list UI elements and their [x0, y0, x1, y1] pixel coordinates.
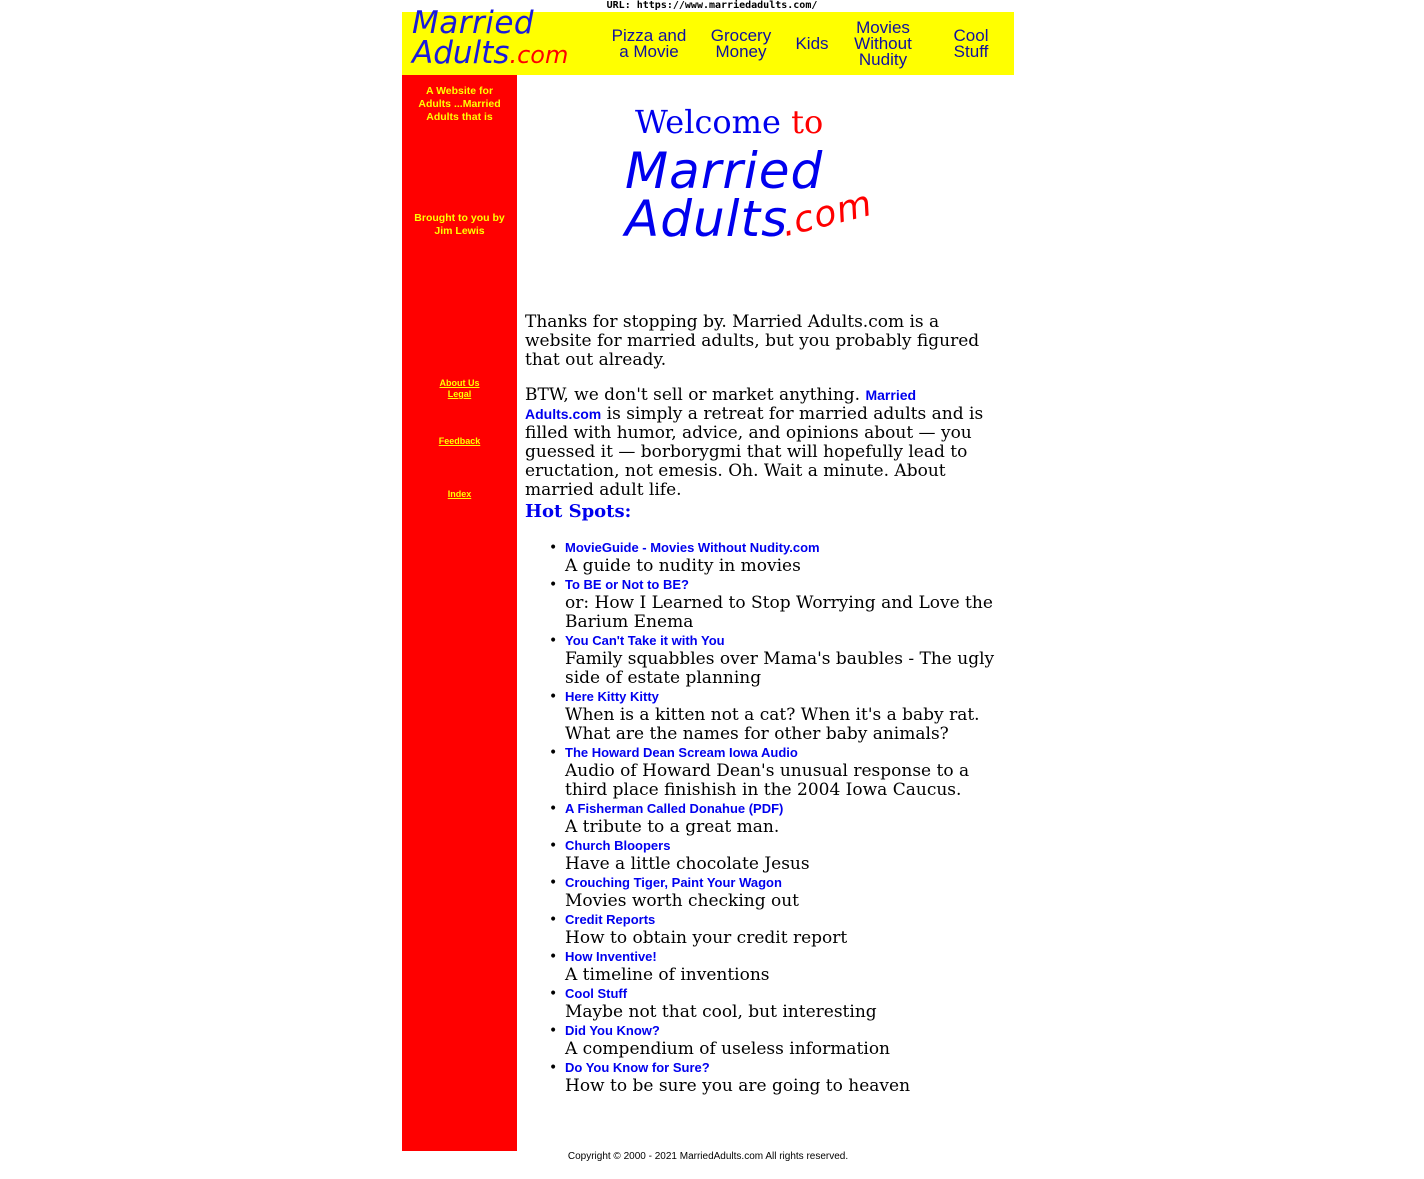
- welcome-heading: Welcome to: [635, 103, 824, 141]
- list-item: • Crouching Tiger, Paint Your Wagon Movies…: [525, 874, 1000, 911]
- hot-spot-link[interactable]: How Inventive!: [565, 948, 1000, 966]
- hot-spot-link[interactable]: The Howard Dean Scream Iowa Audio: [565, 744, 1000, 762]
- hot-spot-description: Maybe not that cool, but interesting: [565, 1002, 877, 1022]
- logo-line1: Married: [412, 5, 535, 41]
- list-item: • A Fisherman Called Donahue (PDF) A tribu…: [525, 800, 1000, 837]
- list-item: • How Inventive! A timeline of inventions: [525, 948, 1000, 985]
- hot-spot-description: or: How I Learned to Stop Worrying and L…: [565, 593, 993, 632]
- hot-spot-link[interactable]: A Fisherman Called Donahue (PDF): [565, 800, 1000, 818]
- hot-spot-description: A guide to nudity in movies: [565, 556, 801, 576]
- hot-spot-link[interactable]: You Can't Take it with You: [565, 632, 1000, 650]
- list-item: • Do You Know for Sure? How to be sure you…: [525, 1059, 1000, 1096]
- nav-grocery-money[interactable]: Grocery Money: [702, 12, 780, 75]
- list-item: • Did You Know? A compendium of useless in…: [525, 1022, 1000, 1059]
- hot-spots-list: • MovieGuide - Movies Without Nudity.com A…: [525, 539, 1000, 1096]
- nav-kids[interactable]: Kids: [787, 12, 837, 75]
- sidebar-link-about-us[interactable]: About Us: [402, 378, 517, 389]
- sidebar-brought-by: Brought to you by Jim Lewis: [414, 212, 505, 237]
- list-item: • The Howard Dean Scream Iowa Audio Audio …: [525, 744, 1000, 800]
- list-item: • To BE or Not to BE? or: How I Learned to…: [525, 576, 1000, 632]
- sidebar-link-legal[interactable]: Legal: [402, 389, 517, 400]
- hot-spot-link[interactable]: Here Kitty Kitty: [565, 688, 1000, 706]
- hot-spot-description: How to be sure you are going to heaven: [565, 1076, 911, 1096]
- list-item: • Cool Stuff Maybe not that cool, but inte…: [525, 985, 1000, 1022]
- hot-spot-link[interactable]: To BE or Not to BE?: [565, 576, 1000, 594]
- list-item: • Credit Reports How to obtain your credit…: [525, 911, 1000, 948]
- hot-spot-description: Audio of Howard Dean's unusual response …: [565, 761, 970, 800]
- list-item: • Church Bloopers Have a little chocolate …: [525, 837, 1000, 874]
- sidebar: A Website for Adults ...Married Adults t…: [402, 75, 517, 1151]
- hot-spot-link[interactable]: Crouching Tiger, Paint Your Wagon: [565, 874, 1000, 892]
- hot-spot-link[interactable]: Church Bloopers: [565, 837, 1000, 855]
- header-banner: Married Adults.com Pizza and a Movie Groc…: [402, 5, 1014, 75]
- sidebar-tagline: A Website for Adults ...Married Adults t…: [418, 85, 501, 123]
- hot-spot-description: A tribute to a great man.: [565, 817, 780, 837]
- hot-spot-description: A compendium of useless information: [565, 1039, 891, 1059]
- hot-spot-link[interactable]: MovieGuide - Movies Without Nudity.com: [565, 539, 1000, 557]
- url-bar: URL: https://www.marriedadults.com/: [606, 0, 818, 11]
- site-logo[interactable]: Married Adults.com: [412, 5, 569, 71]
- sidebar-link-index[interactable]: Index: [402, 489, 517, 500]
- hot-spot-link[interactable]: Did You Know?: [565, 1022, 1000, 1040]
- logo-line2: Adults.com: [412, 35, 569, 71]
- list-item: • MovieGuide - Movies Without Nudity.com A…: [525, 539, 1000, 576]
- hot-spot-description: Have a little chocolate Jesus: [565, 854, 810, 874]
- list-item: • You Can't Take it with You Family squabb…: [525, 632, 1000, 688]
- nav-cool-stuff[interactable]: Cool Stuff: [932, 12, 1010, 75]
- list-item: • Here Kitty Kitty When is a kitten not a …: [525, 688, 1000, 744]
- hot-spot-description: How to obtain your credit report: [565, 928, 848, 948]
- hot-spot-description: Movies worth checking out: [565, 891, 800, 911]
- hot-spot-link[interactable]: Cool Stuff: [565, 985, 1000, 1003]
- sidebar-link-feedback[interactable]: Feedback: [402, 436, 517, 447]
- main-logo: Married Adults.com: [625, 146, 881, 249]
- logo-dot: .com: [509, 41, 569, 69]
- hot-spot-description: A timeline of inventions: [565, 965, 770, 985]
- hot-spot-link[interactable]: Do You Know for Sure?: [565, 1059, 1000, 1077]
- hot-spot-description: Family squabbles over Mama's baubles - T…: [565, 649, 995, 688]
- retreat-paragraph: BTW, we don't sell or market anything. M…: [525, 385, 984, 500]
- copyright-notice: Copyright © 2000 - 2021 MarriedAdults.co…: [567, 1151, 849, 1162]
- hot-spot-link[interactable]: Credit Reports: [565, 911, 1000, 929]
- nav-movies-without-nudity[interactable]: Movies Without Nudity: [842, 12, 924, 75]
- hot-spot-description: When is a kitten not a cat? When it's a …: [565, 705, 980, 744]
- main-logo-line2: Adults.com: [625, 183, 881, 249]
- intro-paragraph: Thanks for stopping by. Married Adults.c…: [525, 312, 980, 370]
- hot-spots-heading: Hot Spots:: [525, 501, 632, 522]
- nav-pizza-and-a-movie[interactable]: Pizza and a Movie: [602, 12, 696, 75]
